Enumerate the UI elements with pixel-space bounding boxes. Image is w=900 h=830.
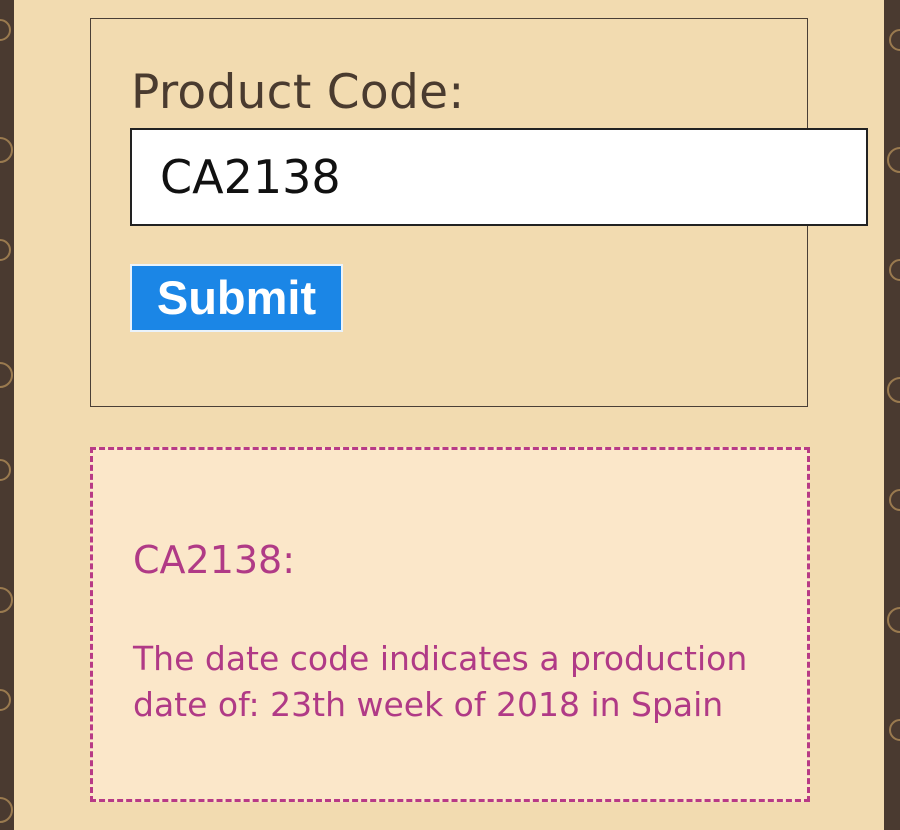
product-code-label: Product Code: — [131, 65, 465, 120]
submit-button[interactable]: Submit — [130, 264, 343, 332]
left-stitch-border — [14, 0, 19, 830]
right-decorative-border — [884, 0, 900, 830]
result-panel: CA2138: The date code indicates a produc… — [90, 447, 810, 802]
left-decorative-border — [0, 0, 14, 830]
result-text: The date code indicates a production dat… — [133, 639, 748, 724]
result-title: CA2138: — [133, 538, 296, 582]
product-code-input[interactable] — [130, 128, 868, 226]
right-stitch-border — [879, 0, 884, 830]
